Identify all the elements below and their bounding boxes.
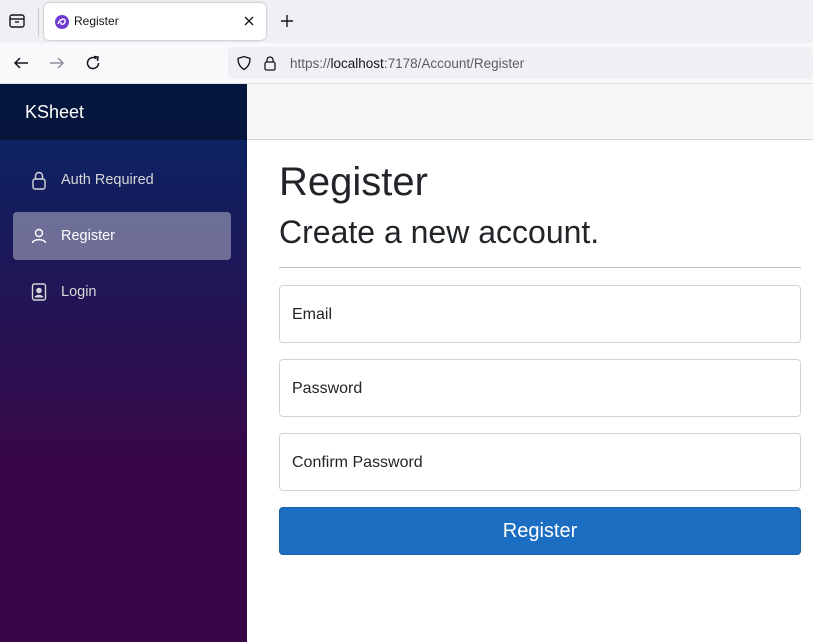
password-field[interactable]: Password: [279, 359, 801, 417]
close-icon[interactable]: [242, 14, 256, 28]
brand-link[interactable]: KSheet: [25, 102, 84, 123]
sidebar-item-label: Login: [61, 284, 97, 300]
back-arrow-icon[interactable]: [11, 53, 31, 73]
plus-icon[interactable]: [278, 12, 296, 30]
sidebar-item-auth-required[interactable]: Auth Required: [13, 156, 231, 204]
person-badge-icon: [29, 282, 49, 302]
sidebar-item-label: Auth Required: [61, 172, 154, 188]
url-path: :7178/Account/Register: [383, 56, 525, 71]
sidebar-item-register[interactable]: Register: [13, 212, 231, 260]
confirm-password-field[interactable]: Confirm Password: [279, 433, 801, 491]
register-button[interactable]: Register: [279, 507, 801, 555]
url-text[interactable]: https://localhost:7178/Account/Register: [290, 56, 524, 71]
page-subtitle: Create a new account.: [279, 214, 600, 250]
sidebar-item-login[interactable]: Login: [13, 268, 231, 316]
email-field[interactable]: Email: [279, 285, 801, 343]
person-icon: [29, 226, 49, 246]
browser-tab-bar: Register: [0, 0, 813, 43]
password-input[interactable]: [280, 360, 800, 416]
brand-row: KSheet: [0, 84, 247, 140]
top-row: [247, 84, 813, 140]
url-host: localhost: [330, 56, 384, 71]
confirm-password-input[interactable]: [280, 434, 800, 490]
blazor-favicon-icon: [54, 14, 70, 30]
main-content: Register Create a new account. Email Pas…: [247, 140, 813, 642]
page-title: Register: [279, 160, 428, 204]
tab-list-icon[interactable]: [6, 10, 28, 32]
forward-arrow-icon[interactable]: [47, 53, 67, 73]
browser-tab[interactable]: Register: [44, 3, 266, 40]
divider: [279, 267, 801, 268]
browser-nav-bar: https://localhost:7178/Account/Register: [0, 43, 813, 84]
tab-title: Register: [74, 14, 119, 28]
lock-icon: [29, 170, 49, 190]
email-input[interactable]: [280, 286, 800, 342]
tab-separator: [38, 8, 39, 36]
reload-icon[interactable]: [83, 53, 103, 73]
sidebar: KSheet Auth Required Register Login: [0, 84, 247, 642]
lock-icon[interactable]: [263, 55, 277, 71]
address-bar[interactable]: https://localhost:7178/Account/Register: [228, 47, 813, 79]
sidebar-item-label: Register: [61, 228, 115, 244]
url-scheme: https://: [290, 56, 331, 71]
shield-icon[interactable]: [236, 55, 252, 71]
